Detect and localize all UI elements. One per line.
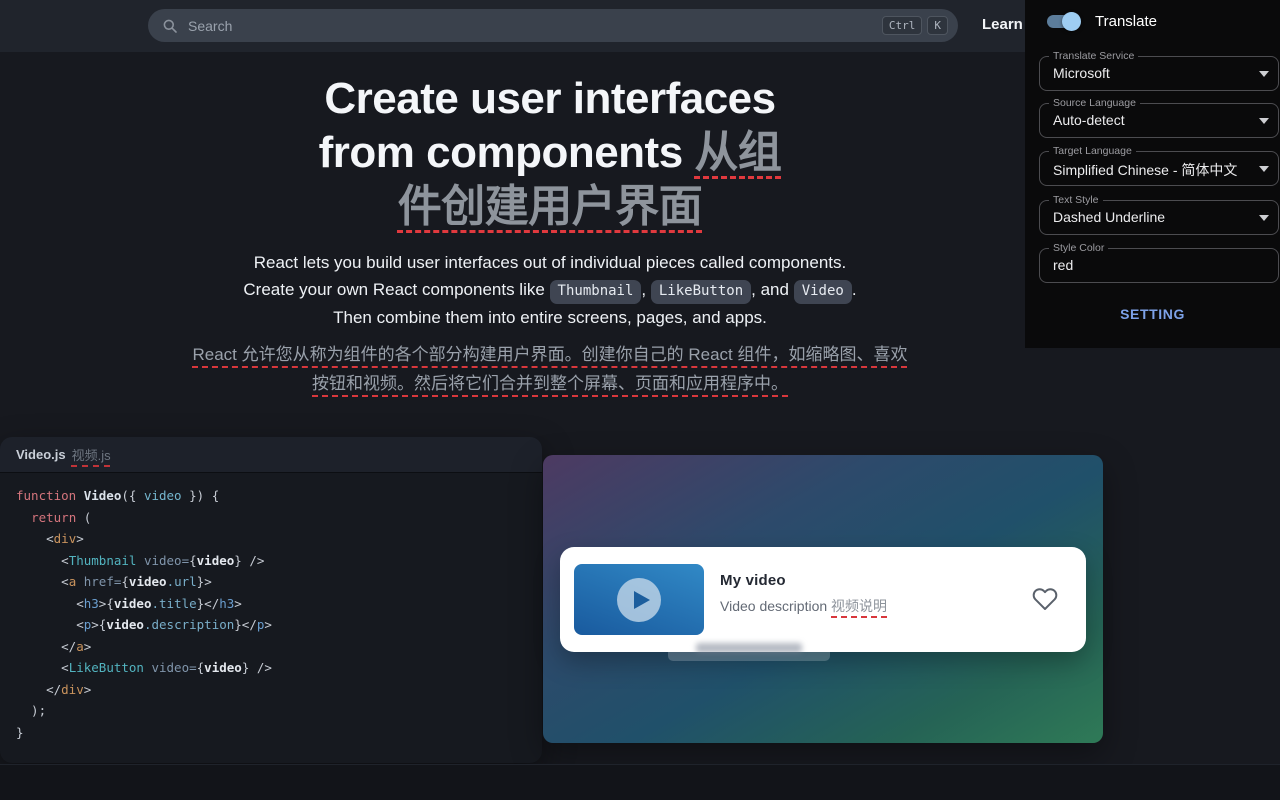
code-line: <LikeButton video={video} />: [16, 657, 542, 679]
video-description-en: Video description: [720, 598, 831, 614]
field-value: Dashed Underline: [1053, 209, 1254, 225]
video-description-cn: 视频说明: [831, 598, 887, 614]
field-label: Style Color: [1049, 242, 1108, 254]
codechip-likebutton: LikeButton: [651, 280, 751, 304]
translate-service-select[interactable]: Translate Service Microsoft: [1039, 56, 1279, 91]
video-thumbnail[interactable]: [574, 564, 704, 635]
code-line: return (: [16, 507, 542, 529]
field-value: Auto-detect: [1053, 112, 1254, 128]
style-color-input[interactable]: Style Color red: [1039, 248, 1279, 283]
title-cn-part2: 件创建用户界面: [398, 182, 703, 231]
editor-tab-filename-cn: 视频.js: [72, 445, 111, 464]
translate-toggle-label: Translate: [1095, 13, 1157, 30]
search-icon: [162, 18, 178, 34]
video-title: My video: [720, 572, 887, 589]
target-language-select[interactable]: Target Language Simplified Chinese - 简体中…: [1039, 151, 1279, 186]
title-en-line2: from components: [319, 128, 695, 177]
code-line: );: [16, 700, 542, 722]
kbd-ctrl: Ctrl: [882, 16, 923, 35]
hero-paragraph: React lets you build user interfaces out…: [190, 249, 910, 398]
field-label: Target Language: [1049, 145, 1136, 157]
search-input[interactable]: Search Ctrl K: [148, 9, 958, 42]
toggle-thumb: [1062, 12, 1081, 31]
codechip-video: Video: [794, 280, 852, 304]
setting-button[interactable]: SETTING: [1025, 306, 1280, 322]
source-language-select[interactable]: Source Language Auto-detect: [1039, 103, 1279, 138]
code-editor-panel: Video.js 视频.js function Video({ video })…: [0, 437, 542, 763]
code-line: <h3>{video.title}</h3>: [16, 593, 542, 615]
nav-link-learn[interactable]: Learn: [982, 16, 1023, 33]
kbd-k: K: [927, 16, 948, 35]
page-title: Create user interfaces from components 从…: [0, 72, 1100, 234]
hero-cn-translation: React 允许您从称为组件的各个部分构建用户界面。创建你自己的 React 组…: [190, 340, 910, 398]
text-style-select[interactable]: Text Style Dashed Underline: [1039, 200, 1279, 235]
play-icon: [616, 577, 662, 623]
field-label: Source Language: [1049, 97, 1140, 109]
faded-tooltip-text: [696, 643, 802, 653]
code-line: </div>: [16, 679, 542, 701]
code-line: </a>: [16, 636, 542, 658]
hero-sep-1: ,: [641, 280, 650, 299]
field-value: Simplified Chinese - 简体中文: [1053, 160, 1254, 180]
faded-tooltip: [668, 636, 830, 661]
title-cn-part1: 从组: [694, 128, 781, 177]
video-description: Video description 视频说明: [720, 596, 887, 616]
hero-sep-2: , and: [751, 280, 794, 299]
field-label: Text Style: [1049, 194, 1103, 206]
chevron-down-icon: [1259, 215, 1269, 221]
code-line: <a href={video.url}>: [16, 571, 542, 593]
translate-toggle[interactable]: [1047, 11, 1081, 31]
chevron-down-icon: [1259, 71, 1269, 77]
field-label: Translate Service: [1049, 50, 1138, 62]
code-line: <div>: [16, 528, 542, 550]
code-line: function Video({ video }) {: [16, 485, 542, 507]
video-text-block: My video Video description 视频说明: [720, 572, 887, 616]
field-value: red: [1053, 257, 1254, 273]
next-section-strip: [0, 764, 1280, 800]
translate-panel: Translate Translate Service Microsoft So…: [1025, 0, 1280, 348]
hero-text-1: React lets you build user interfaces out…: [254, 253, 847, 272]
chevron-down-icon: [1259, 118, 1269, 124]
like-heart-icon[interactable]: [1032, 586, 1058, 612]
preview-panel: My video Video description 视频说明: [543, 455, 1103, 743]
title-en-line1: Create user interfaces: [324, 74, 775, 123]
hero-text-2: Create your own React components like: [243, 280, 549, 299]
code-line: <Thumbnail video={video} />: [16, 550, 542, 572]
search-placeholder: Search: [188, 18, 877, 34]
code-area[interactable]: function Video({ video }) { return ( <di…: [0, 473, 542, 743]
code-line: <p>{video.description}</p>: [16, 614, 542, 636]
editor-tabbar: Video.js 视频.js: [0, 437, 542, 473]
editor-tab-filename[interactable]: Video.js: [16, 447, 66, 462]
field-value: Microsoft: [1053, 65, 1254, 81]
codechip-thumbnail: Thumbnail: [550, 280, 642, 304]
hero-sep-3: .: [852, 280, 857, 299]
hero-text-3: Then combine them into entire screens, p…: [333, 308, 767, 327]
code-line: }: [16, 722, 542, 744]
chevron-down-icon: [1259, 166, 1269, 172]
